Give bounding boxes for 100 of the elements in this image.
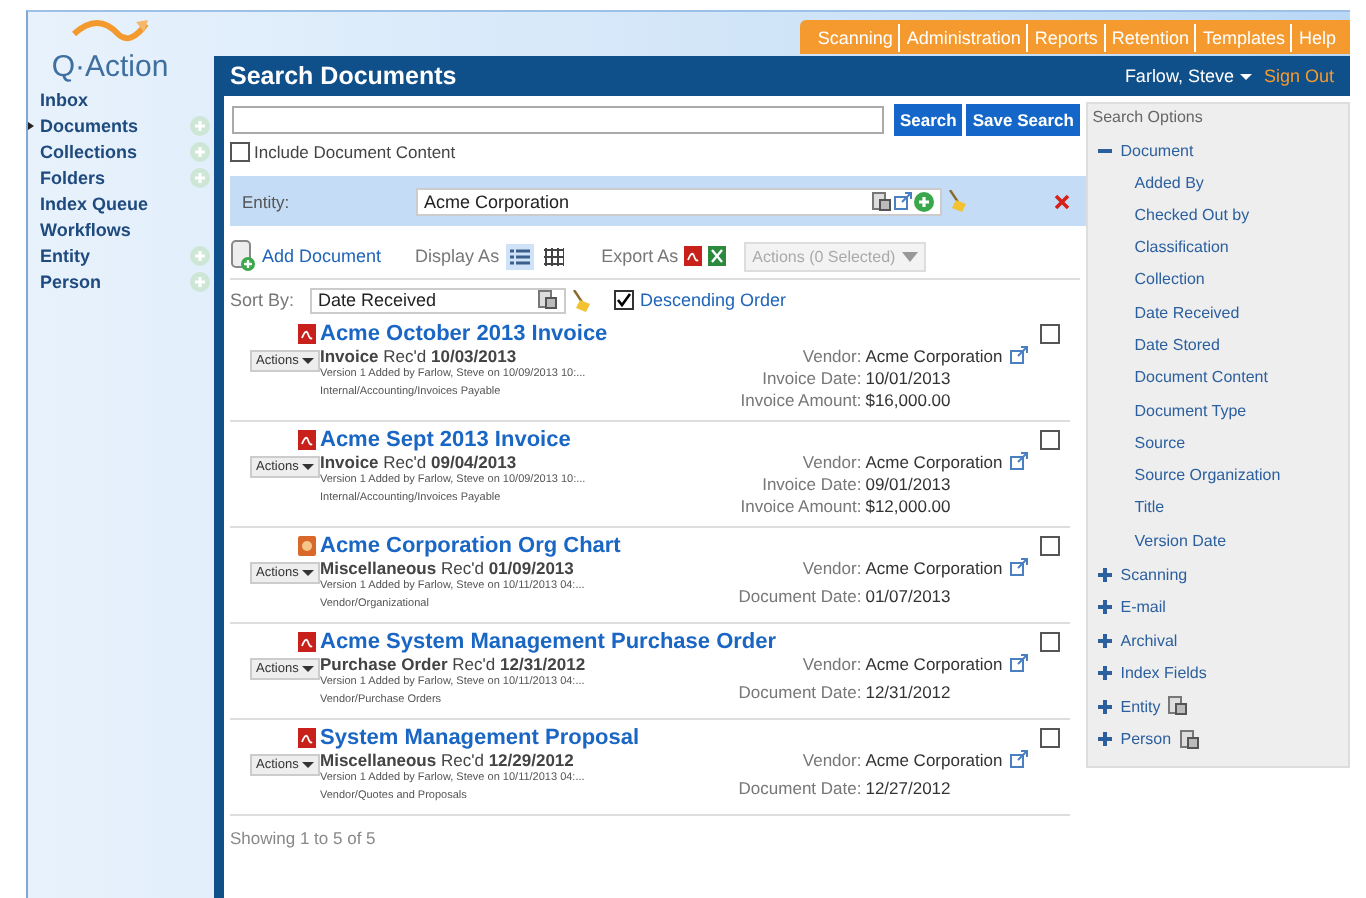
option-item[interactable]: Title [1092,492,1348,526]
field-label: Vendor: [800,654,862,678]
excel-export-icon[interactable] [708,246,727,266]
document-title-link[interactable]: Acme Corporation Org Chart [320,534,1003,558]
sidebar-item[interactable]: Folders [40,167,190,187]
option-item[interactable]: Document Content [1092,362,1348,396]
option-item[interactable]: Classification [1092,232,1348,265]
option-item[interactable]: Document Type [1092,395,1348,428]
document-title-link[interactable]: Acme Sept 2013 Invoice [320,428,1003,452]
document-type: Purchase Order [320,654,448,674]
option-item[interactable]: Version Date [1092,525,1348,559]
popout-icon[interactable] [1010,346,1029,364]
checkbox[interactable] [614,290,635,310]
grid-view-icon[interactable] [539,243,568,269]
sidebar-item[interactable]: Person [40,271,190,291]
search-field[interactable] [232,106,884,134]
sign-out-link[interactable]: Sign Out [1263,66,1334,86]
expand-icon[interactable] [1098,633,1113,648]
broom-icon[interactable] [948,190,968,212]
sidebar-item[interactable]: Workflows [40,219,214,239]
expand-icon[interactable] [1098,600,1113,615]
received-label: Rec'd [383,346,427,366]
popout-icon[interactable] [1010,750,1029,768]
search-button[interactable]: Search [894,104,963,136]
add-document-link[interactable]: Add Document [262,246,382,266]
add-icon[interactable] [914,191,934,211]
checkbox[interactable] [230,142,250,162]
option-item[interactable]: Source [1092,427,1348,461]
document-title-link[interactable]: Acme System Management Purchase Order [320,630,1003,654]
lookup-icon[interactable] [1168,696,1189,717]
field-label: Invoice Amount: [740,496,862,518]
lookup-icon[interactable] [538,290,559,310]
pdf-icon [298,728,316,748]
expand-icon[interactable] [1098,666,1113,681]
sidebar-item[interactable]: Documents [40,115,190,135]
document-title-link[interactable]: System Management Proposal [320,726,1003,750]
option-group[interactable]: Entity [1120,697,1161,716]
field-value: 12/31/2012 [865,682,953,706]
option-group[interactable]: Person [1120,730,1172,749]
display-as-label: Display As [415,246,500,266]
option-group[interactable]: Archival [1120,631,1178,650]
pdf-export-icon[interactable] [684,246,703,266]
collapse-icon[interactable] [1098,143,1113,158]
option-item[interactable]: Source Organization [1092,460,1348,493]
entity-field[interactable]: Acme Corporation [416,187,942,215]
field-label: Vendor: [800,346,862,368]
document-type: Miscellaneous [320,558,437,578]
expand-icon[interactable] [1098,567,1113,582]
option-item[interactable]: Checked Out by [1092,199,1348,233]
page-title: Search Documents [230,62,457,90]
field-value: Acme Corporation [865,558,1003,582]
option-item[interactable]: Date Stored [1092,329,1348,363]
expand-icon[interactable] [1098,732,1113,747]
sidebar-item[interactable]: Inbox [40,89,214,109]
expand-icon[interactable] [1098,699,1113,714]
broom-icon[interactable] [572,289,593,311]
user-menu[interactable]: Farlow, Steve [1124,66,1252,86]
sidebar-item[interactable]: Collections [40,141,190,161]
checkbox[interactable] [1040,430,1061,450]
option-group[interactable]: E-mail [1120,598,1166,617]
field-label: Vendor: [800,750,862,774]
field-label: Document Date: [738,682,862,706]
field-label: Invoice Date: [760,368,862,390]
option-item[interactable]: Added By [1092,167,1348,200]
search-button[interactable]: Save Search [966,104,1080,136]
field-label: Invoice Date: [760,474,862,496]
option-group[interactable]: Document [1120,141,1194,160]
field-label: Entity: [242,191,292,211]
document-type: Miscellaneous [320,750,437,770]
checkbox[interactable] [1040,536,1061,556]
add-document-icon[interactable] [230,240,256,272]
field-value: $12,000.00 [865,496,953,518]
checkbox[interactable] [1040,632,1061,652]
results-count: Showing 1 to 5 of 5 [230,828,378,848]
popout-icon[interactable] [1010,654,1029,672]
popout-icon[interactable] [1010,558,1029,576]
field-value: Acme Corporation [865,654,1003,678]
checkbox-label: Descending Order [640,290,787,310]
remove-icon[interactable] [1054,193,1071,209]
popout-icon[interactable] [1010,452,1029,470]
option-group[interactable]: Scanning [1120,565,1188,584]
document-title-link[interactable]: Acme October 2013 Invoice [320,322,1003,346]
checkbox[interactable] [1040,324,1061,344]
checkbox[interactable] [1040,728,1061,748]
field-label: Invoice Amount: [740,390,862,412]
field-value: 10/01/2013 [865,368,953,390]
received-label: Rec'd [440,558,484,578]
sidebar-item[interactable]: Index Queue [40,193,214,213]
sidebar-item[interactable]: Entity [40,245,190,265]
field-value: $16,000.00 [865,390,953,412]
field-label: Document Date: [738,778,862,802]
list-view-icon[interactable] [505,243,534,269]
option-item[interactable]: Date Received [1092,297,1348,330]
lookup-icon[interactable] [872,191,892,211]
panel-title: Search Options [1092,108,1205,126]
popout-icon[interactable] [894,192,912,210]
lookup-icon[interactable] [1179,729,1200,750]
option-item[interactable]: Collection [1092,264,1348,298]
option-group[interactable]: Index Fields [1120,664,1207,683]
sort-field[interactable]: Date Received [310,287,567,313]
